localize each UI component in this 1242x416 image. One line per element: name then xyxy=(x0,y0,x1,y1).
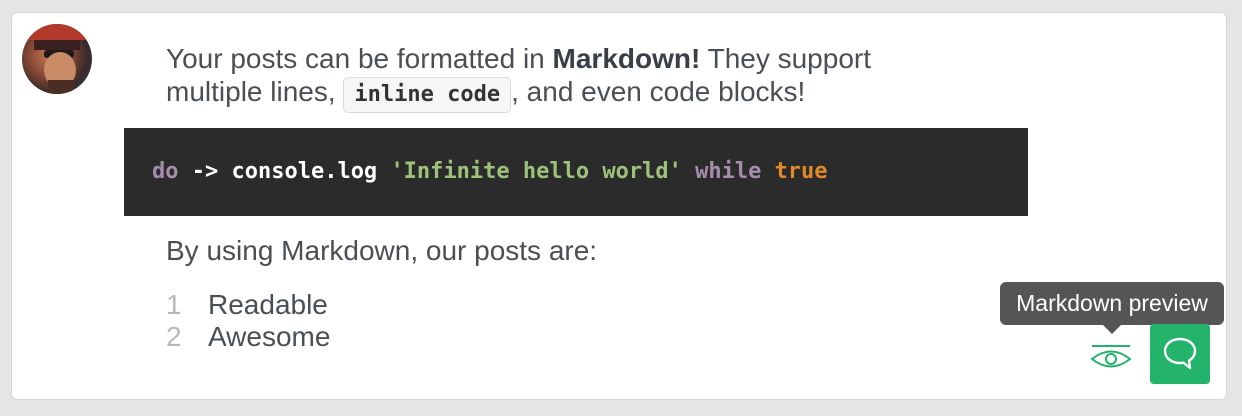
markdown-preview-button[interactable] xyxy=(1088,340,1134,374)
inline-code: inline code xyxy=(343,77,512,113)
list-number: 2 xyxy=(166,321,182,352)
list-item: 2 Awesome xyxy=(166,321,330,353)
submit-comment-button[interactable] xyxy=(1150,324,1210,384)
tooltip-arrow xyxy=(1103,325,1121,334)
code-operator: -> xyxy=(178,159,232,184)
code-keyword: do xyxy=(152,159,179,184)
text-segment: multiple lines, xyxy=(166,76,344,107)
code-function: console.log xyxy=(231,159,391,184)
markdown-preview-tooltip: Markdown preview xyxy=(1000,282,1224,325)
bold-text: Markdown! xyxy=(552,43,701,74)
speech-bubble-icon xyxy=(1163,337,1197,370)
list-item: 1 Readable xyxy=(166,289,330,321)
text-segment: Your posts can be formatted in xyxy=(166,43,553,74)
text-segment: They support xyxy=(700,43,872,74)
code-block: do -> console.log 'Infinite hello world'… xyxy=(124,128,1028,216)
list-number: 1 xyxy=(166,289,182,320)
avatar[interactable] xyxy=(22,24,92,94)
list-item-text: Readable xyxy=(208,289,328,320)
eye-icon xyxy=(1090,345,1132,368)
code-keyword: while xyxy=(681,159,775,184)
code-boolean: true xyxy=(774,159,828,184)
post-body: Your posts can be formatted in Markdown!… xyxy=(166,42,926,113)
lead-text: By using Markdown, our posts are: xyxy=(166,235,598,266)
list-item-text: Awesome xyxy=(208,321,331,352)
code-string: 'Infinite hello world' xyxy=(390,159,682,184)
ordered-list: 1 Readable 2 Awesome xyxy=(166,289,330,353)
text-segment: , and even code blocks! xyxy=(511,76,806,107)
